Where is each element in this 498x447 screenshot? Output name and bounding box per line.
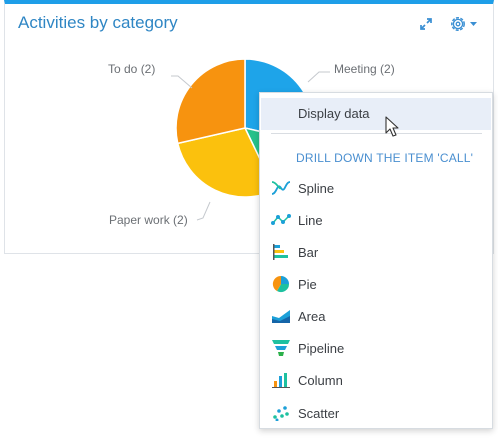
area-icon <box>271 306 291 326</box>
drilldown-heading: DRILL DOWN THE ITEM 'CALL' <box>296 151 474 165</box>
leader-line-meeting <box>307 71 330 83</box>
menu-label-spline: Spline <box>298 180 335 196</box>
pie-label-to-do: To do (2) <box>108 62 155 76</box>
menu-item-pie[interactable]: Pie <box>260 271 492 297</box>
menu-label-area: Area <box>298 308 326 324</box>
menu-label-column: Column <box>298 372 343 388</box>
menu-label-line: Line <box>298 212 323 228</box>
menu-item-scatter[interactable]: Scatter <box>260 400 492 426</box>
menu-item-spline[interactable]: Spline <box>260 175 492 201</box>
leader-line-paper-work <box>196 201 211 221</box>
menu-item-line[interactable]: Line <box>260 207 492 233</box>
menu-item-area[interactable]: Area <box>260 303 492 329</box>
mouse-cursor-icon <box>385 116 399 137</box>
scatter-icon <box>271 403 291 423</box>
menu-item-pipeline[interactable]: Pipeline <box>260 335 492 361</box>
pie-label-meeting: Meeting (2) <box>334 62 395 76</box>
pipeline-icon <box>271 338 291 358</box>
pie-icon <box>271 274 291 294</box>
menu-item-bar[interactable]: Bar <box>260 239 492 265</box>
pie-label-paper-work: Paper work (2) <box>109 213 188 227</box>
leader-line-to-do <box>171 75 193 89</box>
bar-icon <box>271 242 291 262</box>
menu-item-display-data[interactable]: Display data <box>261 98 491 130</box>
menu-label-pie: Pie <box>298 276 317 292</box>
menu-label-scatter: Scatter <box>298 405 340 421</box>
pie-slice-to-do[interactable] <box>175 58 246 145</box>
line-icon <box>271 210 291 230</box>
chart-options-menu: Display data DRILL DOWN THE ITEM 'CALL' … <box>259 92 493 429</box>
spline-icon <box>271 178 291 198</box>
menu-item-column[interactable]: Column <box>260 367 492 393</box>
menu-label-pipeline: Pipeline <box>298 340 345 356</box>
column-icon <box>271 370 291 390</box>
menu-divider <box>271 133 482 134</box>
menu-label-bar: Bar <box>298 244 319 260</box>
